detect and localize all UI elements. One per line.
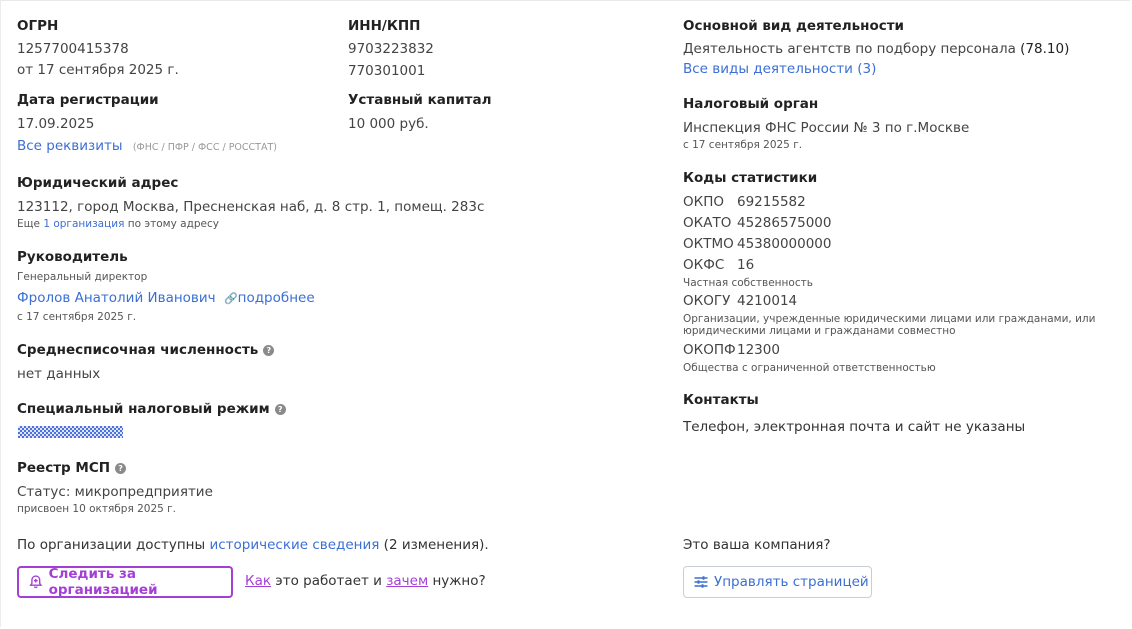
head-details-link[interactable]: 🔗подробнее [224,290,315,306]
address-value: 123112, город Москва, Пресненская наб, д… [17,199,485,215]
contacts-label: Контакты [683,392,759,408]
headcount-label: Среднесписочная численность? [17,342,275,358]
contacts-value: Телефон, электронная почта и сайт не ука… [683,419,1026,435]
tax-regime-label: Специальный налоговый режим? [17,401,286,417]
tax-office-value: Инспекция ФНС России № 3 по г.Москве [683,120,970,136]
follow-button[interactable]: Следить за организацией [17,566,233,598]
tax-regime-hidden-value [18,426,123,438]
manage-page-button[interactable]: Управлять страницей [683,566,872,598]
okogu-desc-2: юридическими лицами и гражданами совмест… [683,325,956,337]
manage-page-label: Управлять страницей [714,574,869,590]
okopf-desc: Общества с ограниченной ответственностью [683,362,936,374]
history-link[interactable]: исторические сведения [209,537,379,553]
help-icon[interactable]: ? [274,404,286,415]
activity-row: Деятельность агентств по подбору персона… [683,41,1069,57]
okopf-row: ОКОПФ12300 [683,342,780,358]
activity-label: Основной вид деятельности [683,18,905,34]
stats-label: Коды статистики [683,170,818,186]
reg-date-value: 17.09.2025 [17,116,95,132]
own-company-question: Это ваша компания? [683,537,831,553]
history-row: По организации доступны исторические све… [17,537,489,553]
oktmo-row: ОКТМО 45380000000 [683,236,832,252]
address-more: Еще 1 организация по этому адресу [17,218,219,230]
okfs-row: ОКФС 16 [683,257,755,273]
head-row: Фролов Анатолий Иванович 🔗подробнее [17,290,315,306]
requisites-note: (ФНС / ПФР / ФСС / РОССТАТ) [132,142,277,153]
okato-row: ОКАТО 45286575000 [683,215,832,231]
capital-value: 10 000 руб. [348,116,429,132]
head-name-link[interactable]: Фролов Анатолий Иванович [17,290,216,306]
headcount-value: нет данных [17,366,101,382]
bell-plus-icon [29,575,43,589]
activity-code: (78.10) [1020,41,1070,57]
ogrn-label: ОГРН [17,18,59,34]
help-icon[interactable]: ? [115,463,127,474]
okogu-row: ОКОГУ 4210014 [683,293,798,309]
follow-button-label: Следить за организацией [48,566,158,598]
follow-help-row: Как это работает и зачем нужно? [245,573,486,589]
head-label: Руководитель [17,249,128,265]
msp-status: Статус: микропредприятие [17,484,213,500]
okpo-row: ОКПО 69215582 [683,194,806,210]
help-icon[interactable]: ? [263,345,275,356]
why-link[interactable]: зачем [386,573,428,589]
address-more-link[interactable]: 1 организация [43,218,124,230]
msp-label: Реестр МСП? [17,460,127,476]
capital-label: Уставный капитал [348,92,492,108]
okfs-desc: Частная собственность [683,277,813,289]
head-position: Генеральный директор [17,271,148,283]
msp-assigned: присвоен 10 октября 2025 г. [17,503,177,515]
inn-kpp-label: ИНН/КПП [348,18,421,34]
company-card: ОГРН 1257700415378 от 17 сентября 2025 г… [0,0,1130,627]
tax-office-since: с 17 сентября 2025 г. [683,139,803,151]
activity-value: Деятельность агентств по подбору персона… [683,41,1016,57]
inn-value: 9703223832 [348,41,434,57]
all-requisites-link[interactable]: Все реквизиты [17,138,123,154]
ogrn-date: от 17 сентября 2025 г. [17,62,179,78]
link-icon: 🔗 [223,292,238,305]
okogu-desc-1: Организации, учрежденные юридическими ли… [683,313,1096,325]
head-since: с 17 сентября 2025 г. [17,311,137,323]
sliders-icon [694,576,708,588]
address-label: Юридический адрес [17,175,179,191]
kpp-value: 770301001 [348,63,426,79]
reg-date-label: Дата регистрации [17,92,159,108]
all-activities-link[interactable]: Все виды деятельности (3) [683,61,876,77]
how-link[interactable]: Как [245,573,271,589]
ogrn-value: 1257700415378 [17,41,129,57]
requisites-row: Все реквизиты (ФНС / ПФР / ФСС / РОССТАТ… [17,138,277,154]
tax-office-label: Налоговый орган [683,96,819,112]
